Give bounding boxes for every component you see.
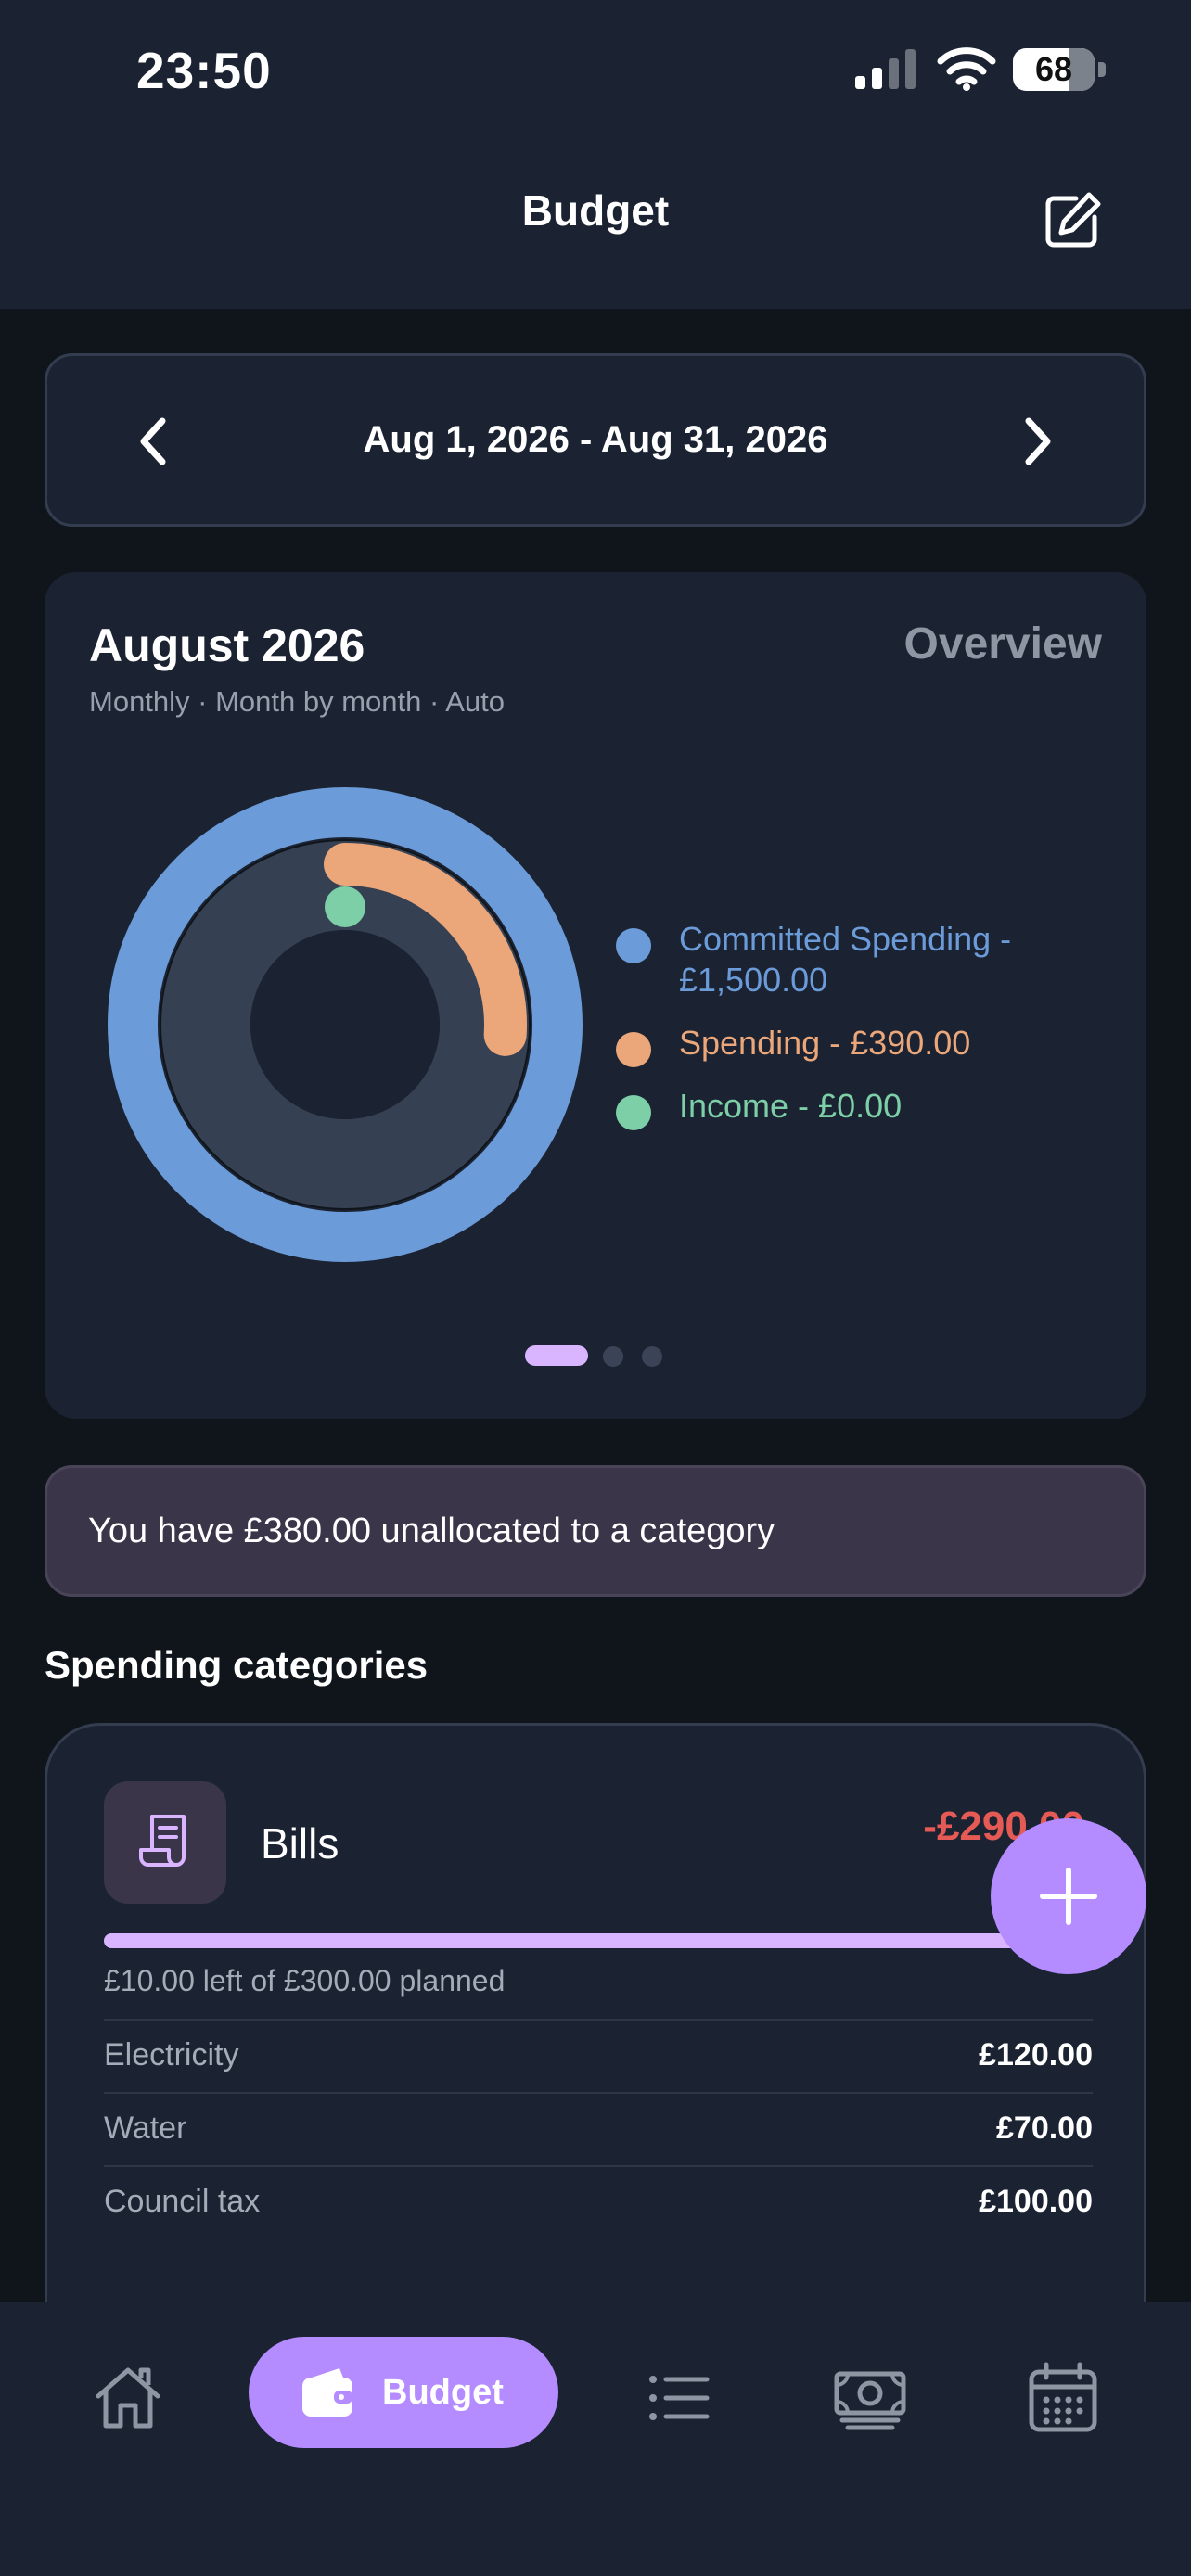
receipt-icon (139, 1815, 186, 1867)
overview-subtitle: Monthly · Month by month · Auto (89, 685, 505, 718)
battery-indicator: 68 (1013, 48, 1108, 91)
nav-money[interactable] (833, 2361, 907, 2435)
legend-income-label: Income - £0.00 (679, 1087, 903, 1125)
subcategory-value: £70.00 (996, 2111, 1093, 2146)
category-progress (104, 1933, 1093, 1948)
legend-committed-label: Committed Spending - £1,500.00 (679, 920, 1012, 999)
overview-card[interactable]: August 2026 Overview Monthly · Month by … (45, 572, 1146, 1419)
top-bar: 23:50 68 Budget (0, 0, 1191, 309)
date-range-selector: Aug 1, 2026 - Aug 31, 2026 (45, 353, 1146, 527)
legend-spending: Spending - £390.00 (616, 1023, 1117, 1067)
overview-link[interactable]: Overview (904, 618, 1102, 670)
status-time: 23:50 (136, 42, 272, 99)
chevron-right-icon[interactable] (1003, 408, 1069, 475)
battery-level: 68 (1034, 50, 1073, 88)
nav-calendar[interactable] (1026, 2361, 1100, 2435)
legend-spending-label: Spending - £390.00 (679, 1024, 971, 1062)
nav-home[interactable] (91, 2361, 165, 2435)
date-range-label: Aug 1, 2026 - Aug 31, 2026 (363, 419, 828, 460)
signal-icon (855, 49, 916, 89)
subcategory-row[interactable]: Electricity £120.00 (104, 2019, 1093, 2092)
calendar-icon (1029, 2362, 1097, 2432)
legend-committed: Committed Spending - £1,500.00 (616, 919, 1117, 1001)
money-icon (834, 2371, 906, 2430)
page-dot[interactable] (603, 1346, 623, 1367)
nav-budget[interactable]: Budget (249, 2337, 558, 2448)
category-name: Bills (261, 1819, 339, 1868)
budget-screen: 23:50 68 Budget Aug 1, 2026 - Aug 31, 20… (0, 0, 1191, 2576)
category-progress-fill (104, 1933, 1064, 1948)
unallocated-banner: You have £380.00 unallocated to a catego… (45, 1465, 1146, 1597)
subcategory-label: Water (104, 2111, 187, 2146)
category-icon-container (104, 1781, 226, 1904)
add-button[interactable] (991, 1818, 1146, 1974)
budget-rings-chart (108, 787, 583, 1262)
subcategory-label: Electricity (104, 2037, 239, 2072)
subcategory-row[interactable]: Water £70.00 (104, 2092, 1093, 2165)
wallet-icon (302, 2368, 352, 2417)
plus-icon (1040, 1868, 1097, 1925)
wifi-icon (937, 47, 996, 91)
category-caption: £10.00 left of £300.00 planned (104, 1964, 506, 1997)
subcategory-row[interactable]: Council tax £100.00 (104, 2165, 1093, 2238)
nav-budget-label: Budget (382, 2373, 504, 2412)
chart-legend: Committed Spending - £1,500.00 Spending … (616, 919, 1117, 1149)
home-icon (96, 2367, 160, 2429)
status-icons: 68 (853, 43, 1113, 98)
bottom-nav: Budget (0, 2302, 1191, 2576)
subcategory-value: £120.00 (979, 2037, 1093, 2072)
section-title: Spending categories (45, 1643, 429, 1687)
subcategory-label: Council tax (104, 2184, 261, 2219)
page-dot-active[interactable] (525, 1345, 588, 1366)
subcategory-value: £100.00 (979, 2184, 1093, 2219)
edit-icon[interactable] (1041, 189, 1104, 252)
list-icon (649, 2376, 710, 2420)
category-card-bills[interactable]: Bills -£290.00 £10.00 left of £300.00 pl… (45, 1723, 1146, 2372)
legend-income: Income - £0.00 (616, 1086, 1117, 1130)
page-title: Budget (521, 186, 670, 235)
nav-transactions[interactable] (640, 2361, 714, 2435)
income-marker (325, 886, 365, 927)
page-dot[interactable] (642, 1346, 662, 1367)
overview-title: August 2026 (89, 619, 365, 671)
